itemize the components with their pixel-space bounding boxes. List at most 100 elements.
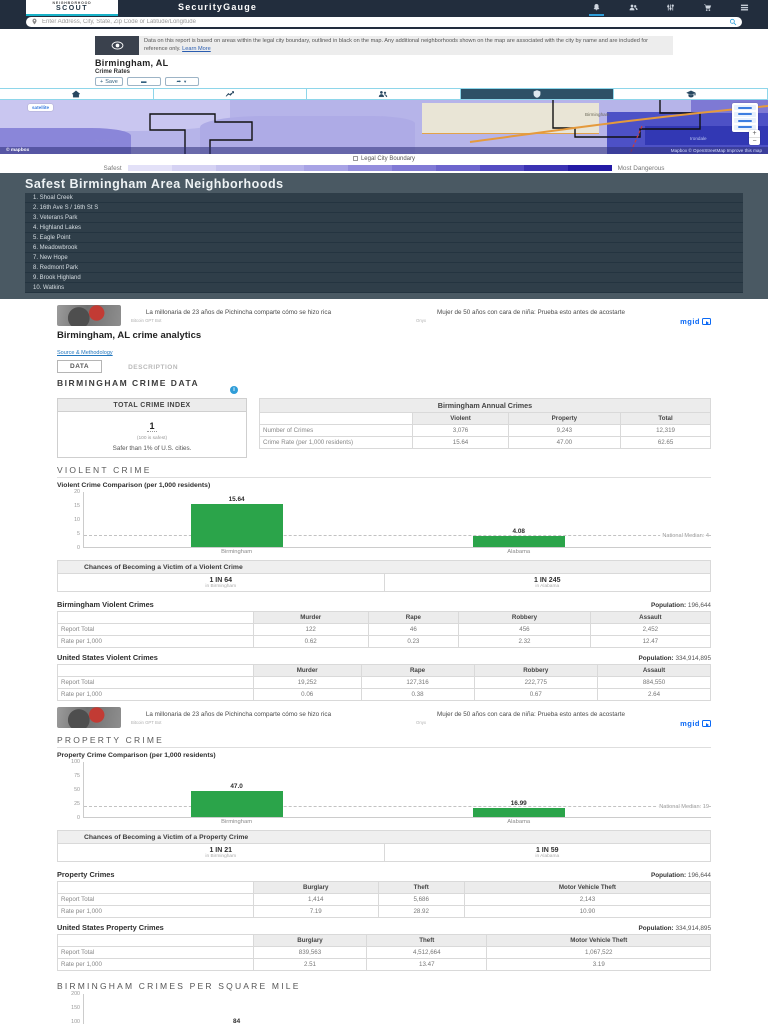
- list-item[interactable]: 8. Redmont Park: [25, 263, 743, 274]
- column-header: Total: [620, 412, 711, 426]
- violent-chart-title: Violent Crime Comparison (per 1,000 resi…: [57, 482, 211, 490]
- crime-map[interactable]: Birmingham Bessemer Irondale satellite +…: [0, 100, 768, 155]
- violent-crime-heading: VIOLENT CRIME: [57, 465, 152, 476]
- tab-demographics[interactable]: [307, 89, 461, 100]
- alabama-bar: [472, 807, 565, 818]
- minus-icon: ▬: [141, 78, 147, 85]
- save-button[interactable]: + Save: [95, 77, 123, 87]
- zoom-out-button[interactable]: −: [749, 138, 760, 145]
- map-draw-tool[interactable]: [734, 118, 756, 124]
- ad-source: Bitcoin GPT Bot: [131, 719, 162, 725]
- bar-category: Alabama: [507, 819, 531, 826]
- list-item[interactable]: 1. Shoal Creek: [25, 193, 743, 204]
- map-layers-tool[interactable]: [734, 105, 756, 111]
- ad-headline[interactable]: Mujer de 50 años con cara de niña: Prueb…: [416, 711, 646, 719]
- report-tabbar: [0, 88, 768, 101]
- column-header: Murder: [252, 664, 362, 678]
- search-input[interactable]: [42, 18, 725, 25]
- list-item[interactable]: 5. Eagle Point: [25, 233, 743, 244]
- cart-icon[interactable]: [702, 2, 713, 13]
- cell: 122: [252, 623, 369, 637]
- cell: 47.00: [507, 436, 622, 450]
- osm-attribution[interactable]: Mapbox © OpenStreetMap Improve this map: [671, 148, 762, 153]
- cell: 5,686: [377, 893, 465, 907]
- page-title: Birmingham, AL: [95, 58, 169, 69]
- list-item[interactable]: 9. Brook Highland: [25, 273, 743, 284]
- birmingham-bar: [190, 791, 283, 818]
- tab-description[interactable]: DESCRIPTION: [116, 362, 190, 373]
- info-icon[interactable]: i: [230, 386, 238, 395]
- cell: 127,316: [360, 676, 475, 690]
- property-crime-chart: 100 75 50 25 0 National Median: 19 47.0 Birmi…: [57, 759, 711, 825]
- column-header: Assault: [597, 664, 711, 678]
- map-fullscreen-tool[interactable]: [734, 124, 756, 130]
- annual-crimes-table: Birmingham Annual Crimes Violent Propert…: [258, 398, 711, 450]
- search-icon[interactable]: [729, 18, 737, 26]
- tab-real-estate[interactable]: [0, 89, 154, 100]
- cell: 884,550: [597, 676, 711, 690]
- list-item[interactable]: 6. Meadowbrook: [25, 243, 743, 254]
- us-property-crimes-table: Burglary Theft Motor Vehicle Theft Report …: [57, 934, 711, 972]
- list-item[interactable]: 2. 16th Ave S / 16th St S: [25, 203, 743, 214]
- table-caption: United States Violent Crimes Population:…: [57, 653, 711, 662]
- list-item[interactable]: 10. Watkins: [25, 283, 743, 294]
- ad-headline[interactable]: La millonaria de 23 años de Pichincha co…: [131, 711, 346, 719]
- column-header: Burglary: [252, 934, 368, 948]
- chance-sub: in Birmingham: [205, 583, 237, 589]
- ad-image[interactable]: [57, 707, 121, 729]
- row-label: Crime Rate (per 1,000 residents): [258, 436, 414, 450]
- legend-safest-label: Safest: [103, 164, 122, 172]
- plot-area: National Median: 4 15.64 Birmingham 4.08 A…: [83, 492, 711, 555]
- chance-sub: in Alabama: [535, 583, 560, 589]
- chance-value: 1 IN 59: [535, 846, 559, 854]
- agents-icon[interactable]: [628, 2, 639, 13]
- us-violent-crimes-table: Murder Rape Robbery Assault Report Total 19,…: [57, 664, 711, 702]
- tab-home-values[interactable]: [154, 89, 308, 100]
- cell: 0.23: [367, 635, 460, 649]
- mgid-logo[interactable]: mgid: [680, 719, 711, 728]
- neighborhoodscout-logo[interactable]: NEIGHBORHOOD SCOUT: [26, 0, 118, 16]
- national-median-line: [84, 805, 711, 807]
- cell: 10.90: [463, 905, 712, 919]
- column-header: Murder: [252, 611, 369, 625]
- mgid-play-icon: [702, 318, 711, 326]
- legal-city-boundary-checkbox[interactable]: [352, 156, 358, 162]
- ad-headline[interactable]: La millonaria de 23 años de Pichincha co…: [131, 309, 346, 317]
- satellite-toggle[interactable]: satellite: [28, 104, 54, 112]
- chance-value: 1 IN 21: [209, 846, 233, 854]
- column-header: Robbery: [473, 664, 598, 678]
- table-caption: United States Property Crimes Population…: [57, 923, 711, 932]
- ad-headline[interactable]: Mujer de 50 años con cara de niña: Prueb…: [416, 309, 646, 317]
- column-header: Rape: [367, 611, 460, 625]
- filters-icon[interactable]: [665, 2, 676, 13]
- cell: 839,563: [252, 946, 368, 960]
- mgid-logo[interactable]: mgid: [680, 317, 711, 326]
- mapbox-logo[interactable]: © mapbox: [6, 148, 29, 153]
- compare-button[interactable]: ▬: [126, 77, 161, 87]
- page-header: Birmingham, AL Crime Rates + Save ▬ ➦ ▼: [0, 55, 768, 88]
- ad-image[interactable]: [57, 305, 121, 327]
- boundary-notice-wrap: Data on this report is based on areas wi…: [0, 29, 768, 56]
- summary-boxes: TOTAL CRIME INDEX 1 (100 is safest) Safe…: [57, 398, 711, 459]
- cell: 456: [458, 623, 591, 637]
- list-item[interactable]: 7. New Hope: [25, 253, 743, 264]
- cell: 19,252: [252, 676, 362, 690]
- violent-chances-table: Chances of Becoming a Victim of a Violen…: [57, 560, 711, 593]
- tab-data[interactable]: DATA: [57, 360, 103, 374]
- list-item[interactable]: 3. Veterans Park: [25, 213, 743, 224]
- source-methodology-link[interactable]: Source & Methodology: [57, 350, 113, 356]
- tab-schools[interactable]: [614, 89, 768, 100]
- share-button[interactable]: ➦ ▼: [164, 77, 199, 87]
- zoom-in-button[interactable]: +: [749, 130, 760, 139]
- menu-icon[interactable]: [739, 2, 750, 13]
- plot-area: National Median: 19 47.0 Birmingham 16.99…: [83, 762, 711, 825]
- tab-crime[interactable]: [460, 89, 615, 100]
- notifications-icon[interactable]: [589, 2, 604, 16]
- bar-value: 47.0: [230, 783, 243, 791]
- birmingham-violent-crimes-table: Murder Rape Robbery Assault Report Total 122…: [57, 611, 712, 649]
- map-measure-tool[interactable]: [734, 111, 756, 117]
- bar-value: 16.99: [510, 799, 527, 807]
- map-zoom-control: + −: [749, 130, 760, 146]
- learn-more-link[interactable]: Learn More: [182, 46, 211, 52]
- list-item[interactable]: 4. Highland Lakes: [25, 223, 743, 234]
